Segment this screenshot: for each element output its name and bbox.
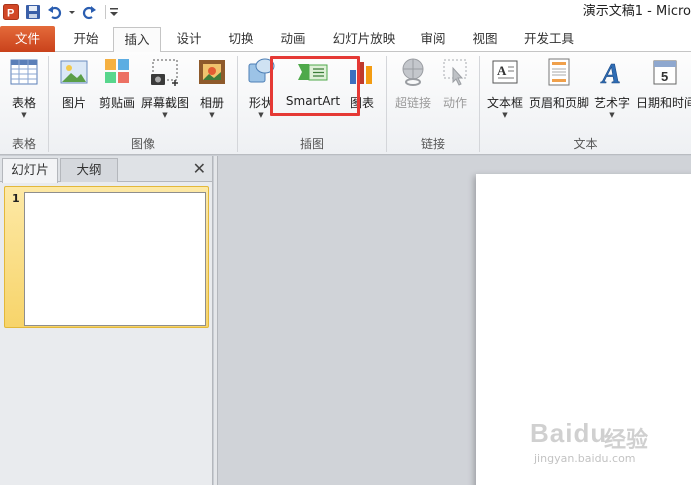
qat-separator bbox=[105, 5, 106, 19]
redo-icon[interactable] bbox=[80, 3, 98, 21]
picture-button[interactable]: 图片 bbox=[57, 56, 91, 111]
chevron-down-icon: ▼ bbox=[609, 111, 615, 119]
tab-file[interactable]: 文件 bbox=[0, 26, 55, 52]
group-label-images: 图像 bbox=[130, 137, 155, 151]
chevron-down-icon: ▼ bbox=[162, 111, 168, 119]
tab-insert[interactable]: 插入 bbox=[113, 27, 161, 53]
picture-icon bbox=[60, 60, 88, 84]
tab-transitions[interactable]: 切换 bbox=[218, 27, 264, 52]
customize-qat-icon[interactable] bbox=[109, 3, 119, 21]
calendar-icon: 5 bbox=[653, 60, 677, 85]
tab-view[interactable]: 视图 bbox=[463, 27, 507, 52]
table-icon bbox=[10, 59, 38, 85]
textbox-button[interactable]: A 文本框 ▼ bbox=[485, 56, 525, 119]
group-text: A 文本框 ▼ 页眉和页脚 A 艺术字 ▼ 5 日期和时间 文本 bbox=[480, 52, 691, 155]
table-button[interactable]: 表格 ▼ bbox=[7, 56, 41, 119]
hyperlink-button[interactable]: 超链接 bbox=[393, 56, 433, 111]
clipart-button[interactable]: 剪贴画 bbox=[97, 56, 137, 111]
slide-number: 1 bbox=[12, 192, 20, 205]
header-footer-button[interactable]: 页眉和页脚 bbox=[528, 56, 590, 111]
album-button[interactable]: 相册 ▼ bbox=[195, 56, 229, 119]
slides-pane: 幻灯片 大纲 ✕ 1 bbox=[0, 156, 213, 485]
close-icon[interactable]: ✕ bbox=[193, 159, 206, 179]
tab-home[interactable]: 开始 bbox=[63, 27, 109, 52]
textbox-icon: A bbox=[492, 60, 518, 84]
tab-developer[interactable]: 开发工具 bbox=[516, 27, 582, 52]
tab-design[interactable]: 设计 bbox=[167, 27, 211, 52]
group-label-table: 表格 bbox=[11, 137, 36, 151]
group-links: 超链接 动作 链接 bbox=[387, 52, 479, 155]
chevron-down-icon: ▼ bbox=[21, 111, 27, 119]
chevron-down-icon: ▼ bbox=[209, 111, 215, 119]
action-icon bbox=[443, 59, 467, 86]
baidu-watermark: Baidu 经验 jingyan.baidu.com bbox=[530, 418, 649, 465]
group-label-links: 链接 bbox=[420, 137, 445, 151]
svg-text:A: A bbox=[600, 59, 621, 88]
svg-text:P: P bbox=[7, 8, 14, 20]
chevron-down-icon: ▼ bbox=[502, 111, 508, 119]
screenshot-icon bbox=[151, 59, 178, 86]
window-title: 演示文稿1 - Micro bbox=[582, 4, 691, 19]
group-images: 图片 剪贴画 屏幕截图 ▼ 相册 ▼ 图像 bbox=[49, 52, 237, 155]
datetime-button[interactable]: 5 日期和时间 bbox=[636, 56, 691, 111]
wordart-icon: A bbox=[600, 59, 621, 88]
svg-text:5: 5 bbox=[661, 69, 668, 84]
tab-slideshow[interactable]: 幻灯片放映 bbox=[324, 27, 404, 52]
tab-animations[interactable]: 动画 bbox=[270, 27, 316, 52]
photo-album-icon bbox=[199, 60, 225, 84]
undo-dropdown-icon[interactable] bbox=[68, 3, 76, 21]
slides-pane-tabs: 幻灯片 大纲 ✕ bbox=[0, 156, 212, 183]
hyperlink-globe-icon bbox=[402, 58, 424, 86]
undo-icon[interactable] bbox=[46, 3, 64, 21]
smartart-highlight-box bbox=[270, 56, 360, 116]
pane-splitter[interactable] bbox=[214, 156, 218, 485]
wordart-button[interactable]: A 艺术字 ▼ bbox=[592, 56, 632, 119]
quick-access-toolbar: P bbox=[0, 0, 123, 24]
group-label-text: 文本 bbox=[573, 137, 598, 151]
clipart-icon bbox=[105, 59, 129, 83]
title-bar: P 演示文稿1 - Micro bbox=[0, 0, 691, 24]
tab-slides[interactable]: 幻灯片 bbox=[2, 158, 58, 183]
ribbon-tab-row: 文件 开始 插入 设计 切换 动画 幻灯片放映 审阅 视图 开发工具 bbox=[0, 24, 691, 53]
group-table: 表格 ▼ 表格 bbox=[0, 52, 48, 155]
slide-thumbnail-item[interactable]: 1 bbox=[4, 186, 209, 328]
svg-text:A: A bbox=[497, 63, 507, 78]
screenshot-button[interactable]: 屏幕截图 ▼ bbox=[139, 56, 191, 119]
group-label-illustrations: 插图 bbox=[299, 137, 324, 151]
slide-thumbnail[interactable] bbox=[24, 192, 206, 326]
powerpoint-logo-icon[interactable]: P bbox=[2, 3, 20, 21]
action-button[interactable]: 动作 bbox=[437, 56, 473, 111]
tab-outline[interactable]: 大纲 bbox=[60, 158, 118, 182]
header-footer-icon bbox=[548, 58, 570, 86]
tab-review[interactable]: 审阅 bbox=[411, 27, 455, 52]
save-icon[interactable] bbox=[24, 3, 42, 21]
